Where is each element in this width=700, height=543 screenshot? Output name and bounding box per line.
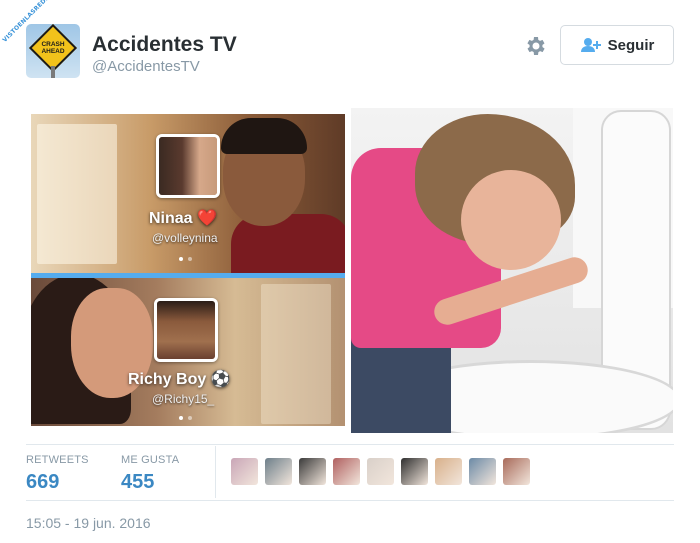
- likes-label: ME GUSTA: [121, 454, 180, 466]
- liker-avatar[interactable]: [333, 458, 360, 485]
- avatar[interactable]: CRASH AHEAD: [26, 24, 80, 78]
- profile-name-caption: Ninaa ❤️: [149, 210, 217, 227]
- media-panel-bottom-left[interactable]: Richy Boy ⚽ @Richy15_: [31, 278, 345, 426]
- stats-top-divider: [26, 444, 674, 445]
- tweet-media[interactable]: Ninaa ❤️ @volleynina Richy Boy ⚽ @Richy1…: [31, 108, 675, 435]
- woman-face: [461, 170, 561, 270]
- add-user-icon: [580, 38, 601, 52]
- liker-avatar[interactable]: [401, 458, 428, 485]
- profile-thumbnail: [154, 298, 218, 362]
- stats-separator: [215, 446, 216, 498]
- media-panel-right[interactable]: [351, 108, 673, 433]
- jeans: [351, 338, 451, 433]
- liker-avatar[interactable]: [231, 458, 258, 485]
- follow-button-label: Seguir: [607, 36, 655, 54]
- sign-pole: [51, 66, 55, 78]
- door-background: [37, 124, 117, 264]
- avatar-sign-text: CRASH AHEAD: [41, 41, 65, 55]
- likers-avatars: [231, 458, 530, 485]
- liker-avatar[interactable]: [435, 458, 462, 485]
- liker-avatar[interactable]: [299, 458, 326, 485]
- account-name[interactable]: Accidentes TV: [92, 33, 237, 57]
- door-background: [261, 284, 331, 424]
- profile-name-caption: Richy Boy ⚽: [128, 371, 231, 388]
- tweet-timestamp[interactable]: 15:05 - 19 jun. 2016: [26, 515, 151, 531]
- carousel-dots: [179, 416, 192, 420]
- account-handle[interactable]: @AccidentesTV: [92, 58, 200, 75]
- liker-avatar[interactable]: [469, 458, 496, 485]
- stats-bottom-divider: [26, 500, 674, 501]
- profile-handle-caption: @Richy15_: [152, 392, 215, 406]
- follow-button[interactable]: Seguir: [560, 25, 674, 65]
- liker-avatar[interactable]: [367, 458, 394, 485]
- profile-thumbnail: [156, 134, 220, 198]
- liker-avatar[interactable]: [503, 458, 530, 485]
- profile-handle-caption: @volleynina: [152, 231, 218, 245]
- liker-avatar[interactable]: [265, 458, 292, 485]
- media-panel-top-left[interactable]: Ninaa ❤️ @volleynina: [31, 114, 345, 274]
- carousel-dots: [179, 257, 192, 261]
- likes-count[interactable]: 455: [121, 471, 154, 494]
- retweets-label: RETWEETS: [26, 454, 89, 466]
- man-hair: [221, 118, 307, 154]
- gear-icon[interactable]: [523, 34, 547, 58]
- retweets-count[interactable]: 669: [26, 471, 59, 494]
